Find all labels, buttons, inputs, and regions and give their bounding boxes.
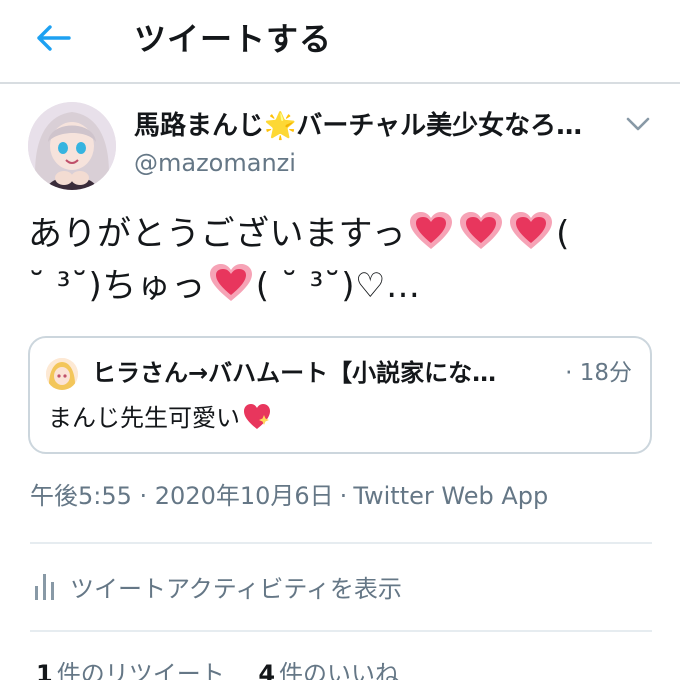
top-app-bar: ツイートする xyxy=(0,0,680,84)
sparkling-heart-icon xyxy=(244,404,270,429)
arrow-left-icon xyxy=(37,25,71,51)
quoted-tweet-text-content: まんじ先生可愛い xyxy=(48,404,240,432)
retweets-label: 件のリツイート xyxy=(56,660,225,680)
tweet-timestamp: 午後5:55 · 2020年10月6日 xyxy=(30,482,334,510)
avatar[interactable] xyxy=(28,102,116,190)
author-username[interactable]: @mazomanzi xyxy=(134,148,296,178)
engagement-stats: 1 件のリツイート 4 件のいいね xyxy=(36,656,425,680)
tweet-source[interactable]: Twitter Web App xyxy=(353,482,548,510)
anime-girl-avatar-icon xyxy=(28,102,116,190)
author-name-suffix: バーチャル美少女なろ… xyxy=(296,111,583,141)
author-display-name[interactable]: 馬路まんじ🌟バーチャル美少女なろ… xyxy=(134,108,604,144)
chevron-down-icon xyxy=(626,117,650,131)
tweet-text-part: ( ˘ ³˘)♡… xyxy=(255,266,421,306)
page-title: ツイートする xyxy=(134,20,333,58)
retweets-count: 1 xyxy=(36,660,53,680)
growing-heart-icon xyxy=(510,212,553,249)
anime-girl-avatar-icon xyxy=(46,358,78,390)
divider xyxy=(30,542,652,544)
quoted-tweet-time: · 18分 xyxy=(565,360,632,386)
more-options-button[interactable] xyxy=(620,106,656,142)
likes-count-link[interactable]: 4 件のいいね xyxy=(258,656,399,680)
view-tweet-activity[interactable]: ツイートアクティビティを表示 xyxy=(34,566,402,606)
divider xyxy=(30,630,652,632)
tweet-text-part: ありがとうございますっ xyxy=(28,214,407,254)
retweets-count-link[interactable]: 1 件のリツイート xyxy=(36,656,225,680)
bar-chart-icon xyxy=(35,574,54,600)
quoted-author-name: ヒラさん→バハムート【小説家にな… xyxy=(92,359,497,387)
quoted-tweet-card[interactable]: ヒラさん→バハムート【小説家にな… · 18分 まんじ先生可愛い xyxy=(28,336,652,454)
tweet-meta: 午後5:55 · 2020年10月6日 · Twitter Web App xyxy=(30,478,548,514)
likes-label: 件のいいね xyxy=(279,660,400,680)
glowing-star-icon: 🌟 xyxy=(264,111,297,141)
separator-dot: · xyxy=(339,482,348,510)
author-name: 馬路まんじ xyxy=(134,111,265,141)
growing-heart-icon xyxy=(460,212,503,249)
quoted-author-avatar xyxy=(46,358,78,390)
back-button[interactable] xyxy=(30,18,78,58)
tweet-text-part: ( xyxy=(556,214,570,254)
activity-label: ツイートアクティビティを表示 xyxy=(70,574,402,603)
growing-heart-icon xyxy=(410,212,453,249)
tweet-text-part: ˘ ³˘)ちゅっ xyxy=(28,266,206,306)
growing-heart-icon xyxy=(209,264,252,301)
tweet-text: ありがとうございますっ ( ˘ ³˘)ちゅっ ( ˘ ³˘)♡… xyxy=(28,208,658,312)
likes-count: 4 xyxy=(258,660,276,680)
quoted-tweet-text: まんじ先生可愛い xyxy=(48,400,272,436)
